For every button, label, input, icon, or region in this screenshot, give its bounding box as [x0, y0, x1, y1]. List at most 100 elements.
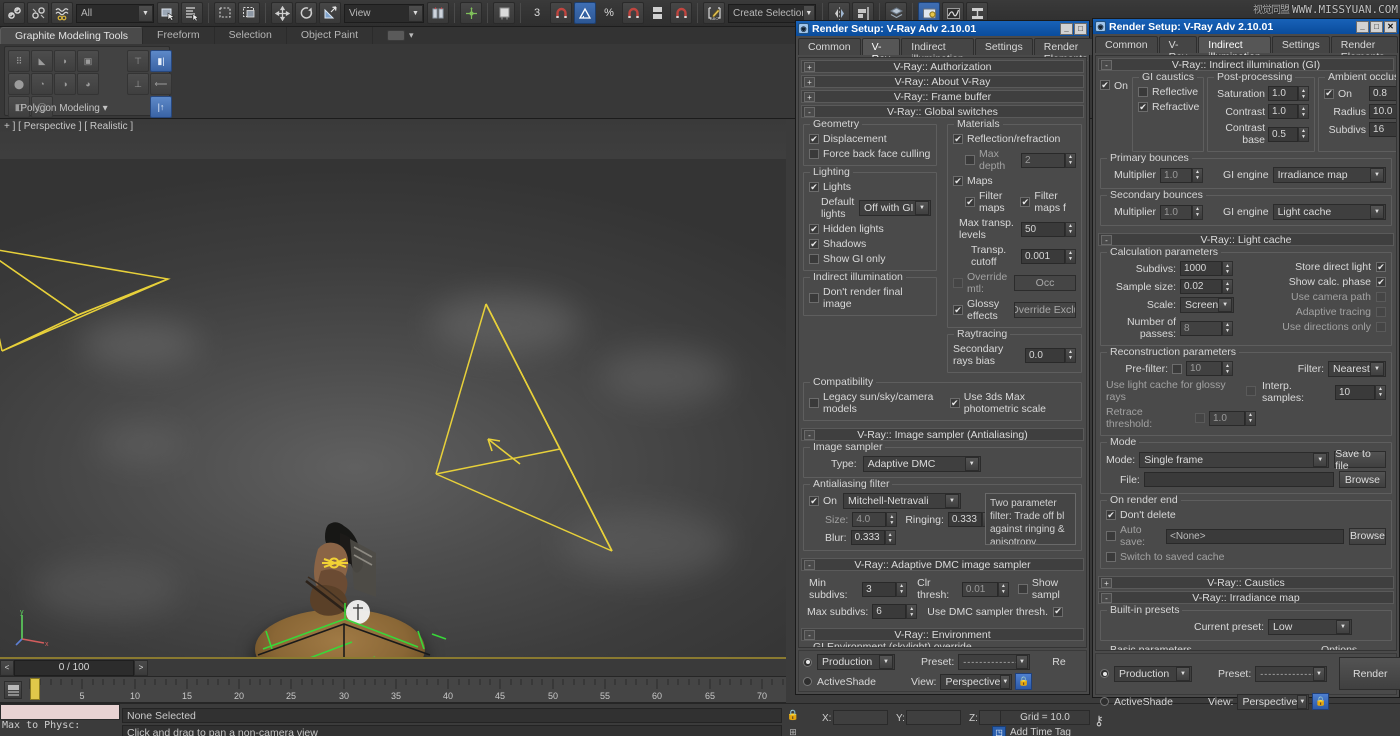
dialog2-titlebar[interactable]: ◉ Render Setup: V-Ray Adv 2.10.01 _ □ ✕	[1093, 19, 1399, 34]
select-and-move-icon[interactable]	[271, 2, 293, 24]
max-depth-checkbox[interactable]	[965, 155, 975, 165]
maximize-button[interactable]: □	[1074, 23, 1087, 35]
sampler-type-combo[interactable]: Adaptive DMC ▼	[863, 456, 981, 472]
retrace-threshold-row[interactable]: Retrace threshold: 1.0 ▲▼	[1106, 406, 1256, 430]
lc-passes-row[interactable]: Number of passes: 8 ▲▼	[1106, 316, 1256, 340]
rollout-irradiance-map[interactable]: - V-Ray:: Irradiance map	[1098, 591, 1394, 604]
interp-samples-row[interactable]: Interp. samples: 10 ▲▼	[1262, 380, 1386, 404]
rollout-about-vray[interactable]: + V-Ray:: About V-Ray	[801, 75, 1084, 88]
collapse-toggle-icon[interactable]: -	[1101, 593, 1112, 603]
lc-filter-combo[interactable]: Nearest ▼	[1328, 361, 1386, 377]
maxscript-listener-pink[interactable]	[0, 704, 120, 720]
expand-toggle-icon[interactable]: +	[804, 92, 815, 102]
lights-row[interactable]: Lights	[809, 181, 931, 193]
snap-toggle-icon[interactable]	[493, 2, 515, 24]
y-coord-field[interactable]	[906, 710, 961, 725]
secondary-gi-engine-combo[interactable]: Light cache ▼	[1273, 204, 1386, 220]
open-mini-curve-editor-icon[interactable]	[4, 681, 22, 699]
dont-delete-checkbox[interactable]	[1106, 510, 1116, 520]
chevron-down-icon[interactable]: ▼	[138, 5, 153, 22]
lc-subdivs-field[interactable]: 1000	[1180, 261, 1222, 276]
reflection-refraction-row[interactable]: Reflection/refraction	[953, 133, 1076, 145]
force-back-face-culling-checkbox[interactable]	[809, 149, 819, 159]
aa-filter-on-row[interactable]: On Mitchell-Netravali ▼	[809, 493, 981, 509]
rollout-adaptive-dmc[interactable]: - V-Ray:: Adaptive DMC image sampler	[801, 558, 1084, 571]
reflective-checkbox[interactable]	[1138, 87, 1148, 97]
secondary-multiplier-field[interactable]: 1.0	[1160, 205, 1192, 220]
rollout-global-switches[interactable]: - V-Ray:: Global switches	[801, 105, 1084, 118]
rollout-image-sampler[interactable]: - V-Ray:: Image sampler (Antialiasing)	[801, 428, 1084, 441]
edit-named-selection-sets-icon[interactable]: ABC	[703, 2, 725, 24]
add-time-tag-label[interactable]: Add Time Tag	[1010, 727, 1071, 736]
prev-frame-button[interactable]: <	[0, 660, 14, 676]
polygon-modeling-label[interactable]: Polygon Modeling ▾	[5, 103, 123, 114]
view-combo[interactable]: Perspective ▼	[940, 674, 1012, 690]
max-depth-field[interactable]: 2	[1021, 153, 1065, 168]
lc-passes-spinner[interactable]: ▲▼	[1222, 321, 1233, 336]
current-frame-field[interactable]: 0 / 100	[14, 660, 134, 676]
select-by-name-icon[interactable]	[181, 2, 203, 24]
max-subdivs-row[interactable]: Max subdivs: 6 ▲▼ Use DMC sampler thresh…	[805, 604, 1080, 619]
dialog1-tab-render-elements[interactable]: Render Elements	[1034, 38, 1098, 55]
production-combo[interactable]: Production ▼	[817, 654, 895, 670]
rollout-authorization[interactable]: + V-Ray:: Authorization	[801, 60, 1084, 73]
make-planar-icon[interactable]: ⟵	[150, 73, 172, 95]
chevron-down-icon[interactable]: ▼	[1370, 205, 1384, 219]
ribbon-tab-selection[interactable]: Selection	[215, 27, 287, 44]
prefilter-row[interactable]: Pre-filter: 10 ▲▼	[1106, 361, 1256, 376]
collapse-toggle-icon[interactable]: -	[1101, 60, 1112, 70]
use-pivot-point-center-icon[interactable]	[427, 2, 449, 24]
override-mtl-slot[interactable]: Occ	[1014, 275, 1076, 291]
secondary-bounces-row[interactable]: Multiplier 1.0 ▲▼ GI engine Light cache …	[1106, 204, 1386, 220]
saturation-row[interactable]: Saturation 1.0 ▲▼	[1213, 86, 1309, 101]
rollout-gi[interactable]: - V-Ray:: Indirect illumination (GI)	[1098, 58, 1394, 71]
maps-row[interactable]: Maps	[953, 175, 1076, 187]
glossy-effects-row[interactable]: Glossy effects Override Exclu	[953, 298, 1076, 322]
lc-filter-row[interactable]: Filter: Nearest ▼	[1262, 361, 1386, 377]
chevron-down-icon[interactable]: ▼	[965, 457, 979, 471]
chevron-down-icon[interactable]: ▼	[879, 655, 893, 669]
primary-multiplier-field[interactable]: 1.0	[1160, 168, 1192, 183]
switch-saved-cache-row[interactable]: Switch to saved cache	[1106, 551, 1386, 563]
retrace-threshold-checkbox[interactable]	[1195, 413, 1205, 423]
polygon-modeling-side-icons[interactable]: ⊤ ⊥ ▮| ⟵ |↑	[127, 50, 172, 118]
absolute-relative-transform-icon[interactable]: ⊞	[786, 725, 800, 736]
rollout-frame-buffer[interactable]: + V-Ray:: Frame buffer	[801, 90, 1084, 103]
element-subobject-icon[interactable]: ⬤	[8, 73, 30, 95]
lc-subdivs-row[interactable]: Subdivs: 1000 ▲▼	[1106, 261, 1256, 276]
collapse-toggle-icon[interactable]: -	[1101, 235, 1112, 245]
prefilter-field[interactable]: 10	[1186, 361, 1222, 376]
preset-combo[interactable]: --------------- ▼	[958, 654, 1030, 670]
contrast-row[interactable]: Contrast 1.0 ▲▼	[1213, 104, 1309, 119]
aa-ringing-field[interactable]: 0.333	[948, 512, 982, 527]
chevron-down-icon[interactable]: ▼	[1313, 667, 1326, 681]
refractive-row[interactable]: Refractive	[1138, 101, 1198, 113]
lc-file-field[interactable]	[1144, 472, 1334, 487]
contrast-base-row[interactable]: Contrast base 0.5 ▲▼	[1213, 122, 1309, 146]
key-mode-toggle-icon[interactable]: ⚷	[1088, 712, 1110, 730]
polygon-subobject-icon[interactable]: ▣	[77, 50, 99, 72]
interp-samples-field[interactable]: 10	[1335, 385, 1375, 400]
chevron-down-icon[interactable]: ▼	[945, 494, 959, 508]
select-object-icon[interactable]	[157, 2, 179, 24]
rollout-light-cache[interactable]: - V-Ray:: Light cache	[1098, 233, 1394, 246]
reflective-row[interactable]: Reflective	[1138, 86, 1198, 98]
max-transp-levels-spinner[interactable]: ▲▼	[1065, 222, 1076, 237]
ribbon-options-icon[interactable]: ▾	[409, 30, 414, 41]
chevron-down-icon[interactable]: ▼	[408, 5, 423, 22]
lc-mode-combo[interactable]: Single frame ▼	[1139, 452, 1329, 468]
use-lc-glossy-checkbox[interactable]	[1246, 386, 1256, 396]
expand-toggle-icon[interactable]: +	[804, 62, 815, 72]
minimize-button[interactable]: _	[1356, 21, 1369, 33]
time-slider-handle[interactable]	[30, 678, 40, 700]
dialog2-body[interactable]: - V-Ray:: Indirect illumination (GI) On …	[1095, 55, 1397, 651]
dialog1-body[interactable]: + V-Ray:: Authorization + V-Ray:: About …	[798, 57, 1087, 648]
primary-multiplier-spinner[interactable]: ▲▼	[1192, 168, 1203, 183]
ao-subdivs-row[interactable]: Subdivs 16 ▲▼	[1324, 122, 1397, 137]
auto-save-row[interactable]: Auto save: <None> Browse	[1106, 524, 1386, 548]
filter-maps-gi-checkbox[interactable]	[1020, 197, 1030, 207]
saturation-spinner[interactable]: ▲▼	[1298, 86, 1309, 101]
dialog1-window-buttons[interactable]: _ □	[1060, 23, 1087, 35]
adaptive-tracing-row[interactable]: Adaptive tracing	[1262, 306, 1386, 318]
lc-scale-row[interactable]: Scale: Screen ▼	[1106, 297, 1256, 313]
